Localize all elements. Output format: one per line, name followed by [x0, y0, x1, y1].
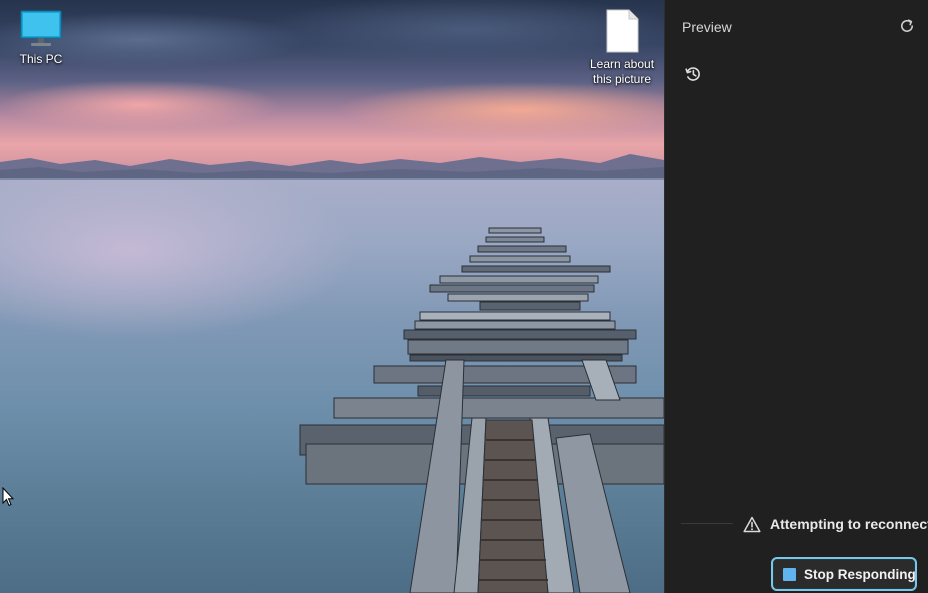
this-pc-desktop-icon[interactable]: This PC — [0, 10, 83, 67]
connection-status: Attempting to reconnect... — [681, 514, 928, 536]
monitor-icon — [20, 10, 62, 46]
mouse-cursor-icon — [2, 487, 14, 507]
warning-icon — [743, 516, 761, 533]
this-pc-label: This PC — [19, 52, 63, 66]
refresh-icon[interactable] — [898, 17, 916, 35]
panel-title: Preview — [682, 19, 732, 35]
learn-about-picture-desktop-icon[interactable]: Learn about this picture — [580, 9, 664, 87]
history-icon[interactable] — [684, 65, 702, 83]
stop-icon — [783, 568, 796, 581]
preview-panel: Preview Attempting to reconnect... Stop … — [664, 0, 928, 593]
status-divider — [681, 523, 733, 524]
status-text: Attempting to reconnect... — [770, 516, 928, 532]
stop-responding-button[interactable]: Stop Responding — [771, 557, 917, 591]
stop-responding-label: Stop Responding — [804, 567, 916, 582]
wooden-pier — [299, 227, 664, 593]
learn-about-picture-label: Learn about this picture — [589, 57, 655, 86]
desktop-wallpaper: This PC Learn about this picture — [0, 0, 664, 593]
document-icon — [606, 9, 639, 53]
